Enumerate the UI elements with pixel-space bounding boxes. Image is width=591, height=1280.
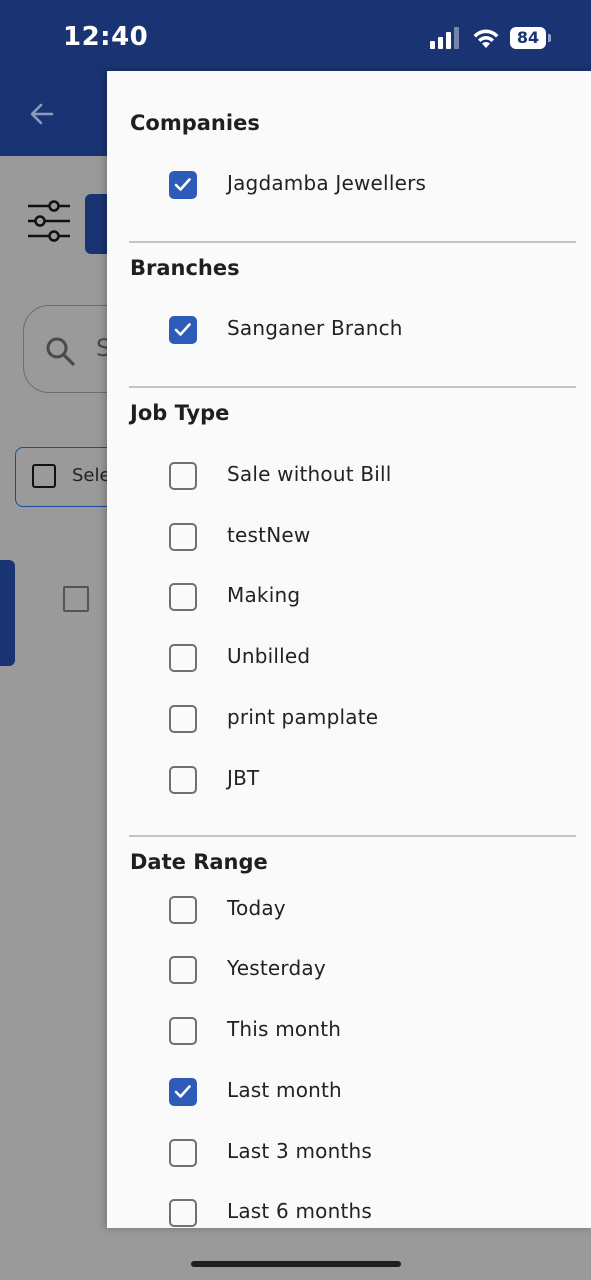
option-date-range-0[interactable]: Today	[169, 895, 569, 925]
checkbox[interactable]	[169, 1139, 197, 1167]
back-arrow-icon[interactable]	[28, 100, 56, 128]
option-job-type-5[interactable]: JBT	[169, 765, 569, 795]
option-label: Today	[227, 896, 286, 920]
search-icon	[46, 337, 75, 366]
checkmark-icon	[174, 323, 191, 336]
checkbox[interactable]	[169, 1078, 197, 1106]
option-job-type-0[interactable]: Sale without Bill	[169, 461, 569, 491]
option-companies-0[interactable]: Jagdamba Jewellers	[169, 170, 569, 200]
section-divider	[129, 835, 576, 837]
option-label: This month	[227, 1017, 342, 1041]
section-title-branches: Branches	[130, 256, 240, 280]
section-divider	[129, 386, 576, 388]
battery-tip	[548, 34, 551, 42]
row-checkbox[interactable]	[63, 586, 89, 612]
select-all-checkbox[interactable]	[32, 464, 56, 488]
checkbox[interactable]	[169, 316, 197, 344]
option-label: Sanganer Branch	[227, 316, 403, 340]
checkbox[interactable]	[169, 896, 197, 924]
option-job-type-4[interactable]: print pamplate	[169, 704, 569, 734]
section-title-date-range: Date Range	[130, 850, 268, 874]
list-card-edge	[0, 560, 15, 666]
checkmark-icon	[174, 1085, 191, 1098]
battery-icon: 84	[510, 27, 546, 49]
checkbox[interactable]	[169, 705, 197, 733]
status-time: 12:40	[63, 22, 149, 52]
section-title-companies: Companies	[130, 111, 260, 135]
checkbox[interactable]	[169, 1017, 197, 1045]
signal-icon	[430, 27, 462, 49]
option-label: Unbilled	[227, 644, 311, 668]
select-all-label: Sele	[72, 465, 111, 486]
option-date-range-4[interactable]: Last 3 months	[169, 1138, 569, 1168]
option-label: Last 3 months	[227, 1139, 373, 1163]
option-job-type-2[interactable]: Making	[169, 582, 569, 612]
filter-sliders-icon[interactable]	[26, 198, 72, 244]
section-title-job-type: Job Type	[130, 401, 230, 425]
option-label: Jagdamba Jewellers	[227, 171, 427, 195]
option-date-range-5[interactable]: Last 6 months	[169, 1198, 569, 1228]
checkmark-icon	[174, 178, 191, 191]
checkbox[interactable]	[169, 523, 197, 551]
option-date-range-1[interactable]: Yesterday	[169, 955, 569, 985]
checkbox[interactable]	[169, 462, 197, 490]
checkbox[interactable]	[169, 766, 197, 794]
wifi-icon	[473, 29, 499, 48]
option-label: Yesterday	[227, 956, 326, 980]
option-branches-0[interactable]: Sanganer Branch	[169, 315, 569, 345]
home-indicator	[191, 1261, 401, 1267]
option-job-type-3[interactable]: Unbilled	[169, 643, 569, 673]
checkbox[interactable]	[169, 583, 197, 611]
option-job-type-1[interactable]: testNew	[169, 522, 569, 552]
option-label: Sale without Bill	[227, 462, 392, 486]
filter-drawer: Companies Jagdamba Jewellers Branches Sa…	[107, 71, 591, 1228]
section-divider	[129, 241, 576, 243]
checkbox[interactable]	[169, 956, 197, 984]
checkbox[interactable]	[169, 1199, 197, 1227]
option-label: Last 6 months	[227, 1199, 373, 1223]
checkbox[interactable]	[169, 171, 197, 199]
checkbox[interactable]	[169, 644, 197, 672]
option-label: testNew	[227, 523, 311, 547]
option-label: Last month	[227, 1078, 342, 1102]
option-label: print pamplate	[227, 705, 379, 729]
option-date-range-2[interactable]: This month	[169, 1016, 569, 1046]
option-date-range-3[interactable]: Last month	[169, 1077, 569, 1107]
option-label: Making	[227, 583, 301, 607]
option-label: JBT	[227, 766, 260, 790]
